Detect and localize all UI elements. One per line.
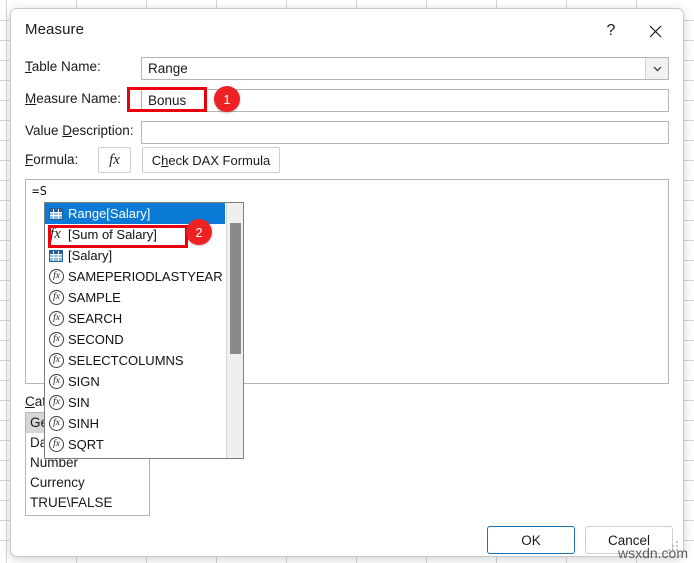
watermark: wsxdn.com (617, 545, 688, 561)
vertical-scrollbar[interactable] (226, 203, 243, 458)
list-item-label: SECOND (68, 332, 124, 347)
list-item[interactable]: fx SIN (45, 392, 225, 413)
formula-label: Formula: (25, 152, 79, 167)
measure-fx-icon: fx (50, 226, 61, 242)
annotation-badge-2: 2 (186, 219, 212, 245)
measure-name-label: Measure Name: (25, 91, 122, 106)
function-fx-icon: fx (49, 395, 68, 410)
value-description-row: Value Description: (25, 121, 669, 144)
fx-icon-button[interactable]: fx (98, 147, 131, 173)
table-column-icon (49, 207, 68, 220)
ok-button-label: OK (521, 532, 541, 548)
list-item-label: SAMPLE (68, 290, 121, 305)
list-item-label: SIN (68, 395, 90, 410)
measure-dialog: Measure ? Table Name: Range Measure Name… (10, 8, 684, 557)
check-dax-formula-button[interactable]: Check DAX Formula (142, 147, 280, 173)
table-name-row: Table Name: Range (25, 57, 669, 80)
list-item-label: SAMEPERIODLASTYEAR (68, 269, 223, 284)
measure-name-value: Bonus (148, 93, 187, 108)
list-item[interactable]: fx SIGN (45, 371, 225, 392)
function-fx-icon: fx (49, 353, 68, 368)
close-glyph (649, 25, 661, 37)
list-item-label: SIGN (68, 374, 100, 389)
function-fx-icon: fx (49, 416, 68, 431)
grid-line (6, 0, 7, 563)
list-item[interactable]: fx SEARCH (45, 308, 225, 329)
list-item-label: Range[Salary] (68, 206, 151, 221)
scrollbar-thumb[interactable] (230, 223, 241, 354)
list-item[interactable]: [Salary] (45, 245, 225, 266)
list-item[interactable]: TRUE\FALSE (26, 493, 149, 513)
list-item[interactable]: fx SINH (45, 413, 225, 434)
function-fx-icon: fx (49, 311, 68, 326)
table-name-label: Table Name: (25, 59, 101, 74)
list-item[interactable]: fx SELECTCOLUMNS (45, 350, 225, 371)
list-item-label: SELECTCOLUMNS (68, 353, 184, 368)
list-item-label: SINH (68, 416, 100, 431)
function-fx-icon: fx (49, 332, 68, 347)
list-item-label: [Sum of Salary] (68, 227, 157, 242)
list-item[interactable]: fx SAMPLE (45, 287, 225, 308)
function-fx-icon: fx (49, 269, 68, 284)
list-item[interactable]: Currency (26, 473, 149, 493)
list-item[interactable]: fx SQRT (45, 434, 225, 455)
list-item-label: SQRT (68, 437, 104, 452)
list-item[interactable]: fx SECOND (45, 329, 225, 350)
list-item[interactable]: fx SAMEPERIODLASTYEAR (45, 266, 225, 287)
chevron-down-icon[interactable] (645, 58, 668, 79)
annotation-badge-1: 1 (214, 86, 240, 112)
value-description-input[interactable] (141, 121, 669, 144)
table-name-value: Range (148, 61, 188, 76)
value-description-label: Value Description: (25, 123, 134, 138)
function-fx-icon: fx (49, 374, 68, 389)
close-icon[interactable] (635, 15, 675, 47)
function-fx-icon: fx (49, 437, 68, 452)
dialog-title-bar[interactable]: Measure ? (11, 9, 683, 53)
formula-editor-text: =S (32, 184, 48, 198)
check-dax-formula-label: Check DAX Formula (151, 152, 271, 168)
intellisense-dropdown[interactable]: Range[Salary] fx [Sum of Salary] [Salary… (44, 202, 244, 459)
dialog-title: Measure (25, 21, 85, 38)
help-icon[interactable]: ? (591, 15, 631, 47)
table-column-icon (49, 249, 68, 262)
fx-icon: fx (109, 151, 120, 168)
table-name-combobox[interactable]: Range (141, 57, 669, 80)
measure-name-row: Measure Name: Bonus (25, 89, 669, 112)
chevron-down-glyph (653, 66, 661, 71)
ok-button[interactable]: OK (487, 526, 575, 554)
list-item-label: SEARCH (68, 311, 123, 326)
list-item-label: [Salary] (68, 248, 113, 263)
function-fx-icon: fx (49, 290, 68, 305)
